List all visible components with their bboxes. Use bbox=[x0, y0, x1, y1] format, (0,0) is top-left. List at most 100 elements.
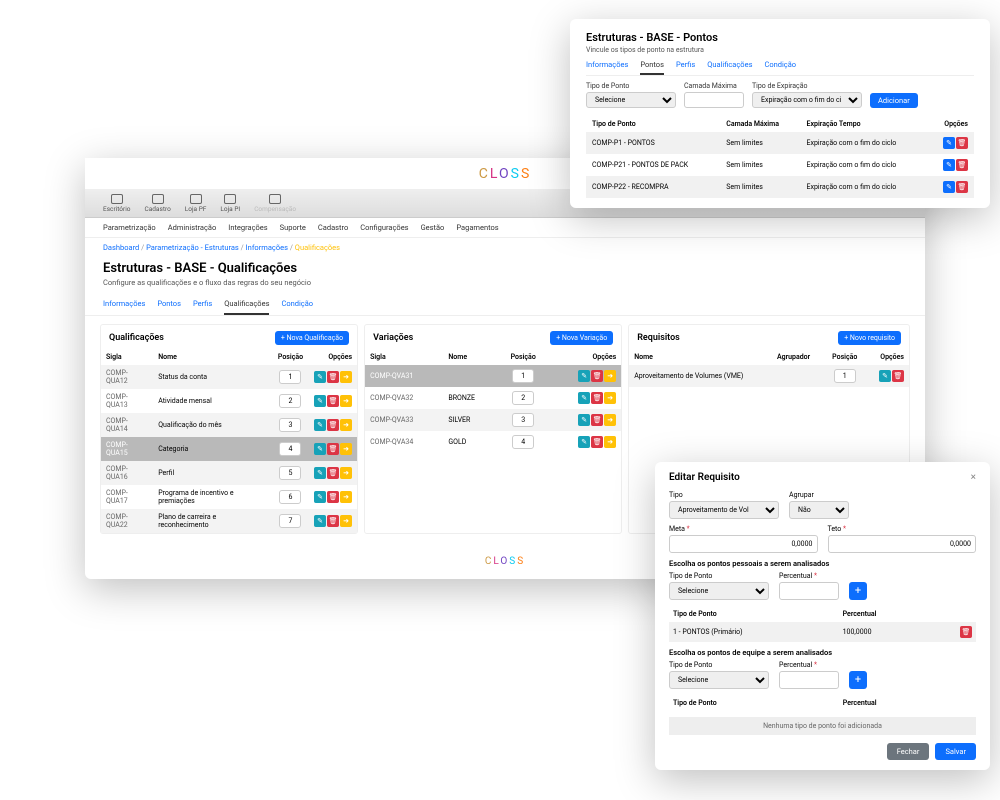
edit-icon[interactable]: ✎ bbox=[943, 137, 955, 149]
table-row[interactable]: COMP-QVA34GOLD4✎🗑➜ bbox=[365, 431, 621, 453]
go-icon[interactable]: ➜ bbox=[340, 395, 352, 407]
go-icon[interactable]: ➜ bbox=[604, 392, 616, 404]
adicionar-button[interactable]: Adicionar bbox=[870, 93, 918, 108]
subnav-pagamentos[interactable]: Pagamentos bbox=[456, 223, 498, 232]
delete-icon[interactable]: 🗑 bbox=[956, 137, 968, 149]
delete-icon[interactable]: 🗑 bbox=[591, 414, 603, 426]
table-row[interactable]: COMP-QUA17Programa de incentivo e premia… bbox=[101, 485, 357, 509]
delete-icon[interactable]: 🗑 bbox=[327, 515, 339, 527]
edit-icon[interactable]: ✎ bbox=[314, 395, 326, 407]
edit-icon[interactable]: ✎ bbox=[578, 392, 590, 404]
edit-icon[interactable]: ✎ bbox=[314, 491, 326, 503]
edit-icon[interactable]: ✎ bbox=[943, 159, 955, 171]
go-icon[interactable]: ➜ bbox=[340, 443, 352, 455]
go-icon[interactable]: ➜ bbox=[604, 414, 616, 426]
teto-input[interactable] bbox=[828, 535, 977, 553]
edit-icon[interactable]: ✎ bbox=[578, 414, 590, 426]
delete-icon[interactable]: 🗑 bbox=[591, 392, 603, 404]
edit-icon[interactable]: ✎ bbox=[578, 436, 590, 448]
nav-loja pf[interactable]: Loja PF bbox=[185, 194, 207, 213]
delete-icon[interactable]: 🗑 bbox=[327, 443, 339, 455]
tab-condição[interactable]: Condição bbox=[764, 60, 796, 75]
nav-cadastro[interactable]: Cadastro bbox=[145, 194, 171, 213]
tipo-ponto-select[interactable]: Selecione bbox=[669, 582, 769, 600]
tab-qualificações[interactable]: Qualificações bbox=[707, 60, 752, 75]
edit-icon[interactable]: ✎ bbox=[314, 467, 326, 479]
subnav-suporte[interactable]: Suporte bbox=[280, 223, 306, 232]
table-row[interactable]: COMP-QVA33SILVER3✎🗑➜ bbox=[365, 409, 621, 431]
tab-informações[interactable]: Informações bbox=[586, 60, 628, 75]
subnav-cadastro[interactable]: Cadastro bbox=[318, 223, 348, 232]
edit-icon[interactable]: ✎ bbox=[578, 370, 590, 382]
agrupar-select[interactable]: Não bbox=[789, 501, 849, 519]
expiracao-select[interactable]: Expiração com o fim do ciclo bbox=[752, 92, 862, 108]
table-row[interactable]: COMP-QUA16Perfil5✎🗑➜ bbox=[101, 461, 357, 485]
tab-perfis[interactable]: Perfis bbox=[676, 60, 695, 75]
table-row[interactable]: COMP-QUA12Status da conta1✎🗑➜ bbox=[101, 365, 357, 389]
meta-input[interactable] bbox=[669, 535, 818, 553]
table-row[interactable]: COMP-QVA32BRONZE2✎🗑➜ bbox=[365, 387, 621, 409]
nav-escritório[interactable]: Escritório bbox=[103, 194, 131, 213]
table-row[interactable]: COMP-QUA13Atividade mensal2✎🗑➜ bbox=[101, 389, 357, 413]
subnav-administração[interactable]: Administração bbox=[168, 223, 217, 232]
table-row[interactable]: COMP-QUA15Categoria4✎🗑➜ bbox=[101, 437, 357, 461]
go-icon[interactable]: ➜ bbox=[604, 370, 616, 382]
tab-pontos[interactable]: Pontos bbox=[157, 299, 181, 315]
delete-icon[interactable]: 🗑 bbox=[591, 436, 603, 448]
new-requirement-button[interactable]: + Novo requisito bbox=[838, 331, 901, 345]
subnav-integrações[interactable]: Integrações bbox=[228, 223, 267, 232]
delete-icon[interactable]: 🗑 bbox=[892, 370, 904, 382]
go-icon[interactable]: ➜ bbox=[340, 371, 352, 383]
table-row[interactable]: Aproveitamento de Volumes (VME)1✎🗑 bbox=[629, 365, 909, 387]
edit-icon[interactable]: ✎ bbox=[314, 515, 326, 527]
go-icon[interactable]: ➜ bbox=[340, 467, 352, 479]
tab-informações[interactable]: Informações bbox=[103, 299, 145, 315]
delete-icon[interactable]: 🗑 bbox=[327, 395, 339, 407]
nav-loja pi[interactable]: Loja PI bbox=[220, 194, 240, 213]
delete-icon[interactable]: 🗑 bbox=[327, 419, 339, 431]
new-variation-button[interactable]: + Nova Variação bbox=[550, 331, 613, 345]
delete-icon[interactable]: 🗑 bbox=[956, 181, 968, 193]
table-row[interactable]: COMP-QUA14Qualificação do mês3✎🗑➜ bbox=[101, 413, 357, 437]
go-icon[interactable]: ➜ bbox=[340, 515, 352, 527]
subnav-parametrização[interactable]: Parametrização bbox=[103, 223, 156, 232]
edit-icon[interactable]: ✎ bbox=[943, 181, 955, 193]
camada-input[interactable] bbox=[684, 92, 744, 108]
fechar-button[interactable]: Fechar bbox=[887, 743, 930, 760]
delete-icon[interactable]: 🗑 bbox=[960, 626, 972, 638]
table-row[interactable]: COMP-QVA311✎🗑➜ bbox=[365, 365, 621, 387]
tab-qualificações[interactable]: Qualificações bbox=[224, 299, 269, 315]
add-ponto-equipe-button[interactable]: + bbox=[849, 671, 867, 689]
breadcrumb-link[interactable]: Parametrização - Estruturas bbox=[146, 243, 239, 252]
tipo-ponto-equipe-select[interactable]: Selecione bbox=[669, 671, 769, 689]
tab-condição[interactable]: Condição bbox=[281, 299, 313, 315]
tab-pontos[interactable]: Pontos bbox=[640, 60, 664, 75]
go-icon[interactable]: ➜ bbox=[340, 419, 352, 431]
tab-perfis[interactable]: Perfis bbox=[193, 299, 212, 315]
delete-icon[interactable]: 🗑 bbox=[327, 467, 339, 479]
go-icon[interactable]: ➜ bbox=[340, 491, 352, 503]
percentual-input[interactable] bbox=[779, 582, 839, 600]
tipo-select[interactable]: Aproveitamento de Vol bbox=[669, 501, 779, 519]
delete-icon[interactable]: 🗑 bbox=[591, 370, 603, 382]
go-icon[interactable]: ➜ bbox=[604, 436, 616, 448]
edit-icon[interactable]: ✎ bbox=[314, 371, 326, 383]
delete-icon[interactable]: 🗑 bbox=[327, 491, 339, 503]
delete-icon[interactable]: 🗑 bbox=[327, 371, 339, 383]
breadcrumb-link[interactable]: Dashboard bbox=[103, 243, 139, 252]
add-ponto-button[interactable]: + bbox=[849, 582, 867, 600]
table-row[interactable]: COMP-QUA22Plano de carreira e reconhecim… bbox=[101, 509, 357, 533]
new-qualification-button[interactable]: + Nova Qualificação bbox=[275, 331, 349, 345]
delete-icon[interactable]: 🗑 bbox=[956, 159, 968, 171]
nav-compensação[interactable]: Compensação bbox=[254, 194, 296, 213]
close-icon[interactable]: × bbox=[971, 472, 976, 483]
tipo-ponto-select[interactable]: Selecione bbox=[586, 92, 676, 108]
subnav-configurações[interactable]: Configurações bbox=[360, 223, 408, 232]
percentual-equipe-input[interactable] bbox=[779, 671, 839, 689]
edit-icon[interactable]: ✎ bbox=[314, 443, 326, 455]
salvar-button[interactable]: Salvar bbox=[935, 743, 976, 760]
edit-icon[interactable]: ✎ bbox=[314, 419, 326, 431]
subnav-gestão[interactable]: Gestão bbox=[421, 223, 445, 232]
breadcrumb-link[interactable]: Informações bbox=[246, 243, 288, 252]
edit-icon[interactable]: ✎ bbox=[879, 370, 891, 382]
